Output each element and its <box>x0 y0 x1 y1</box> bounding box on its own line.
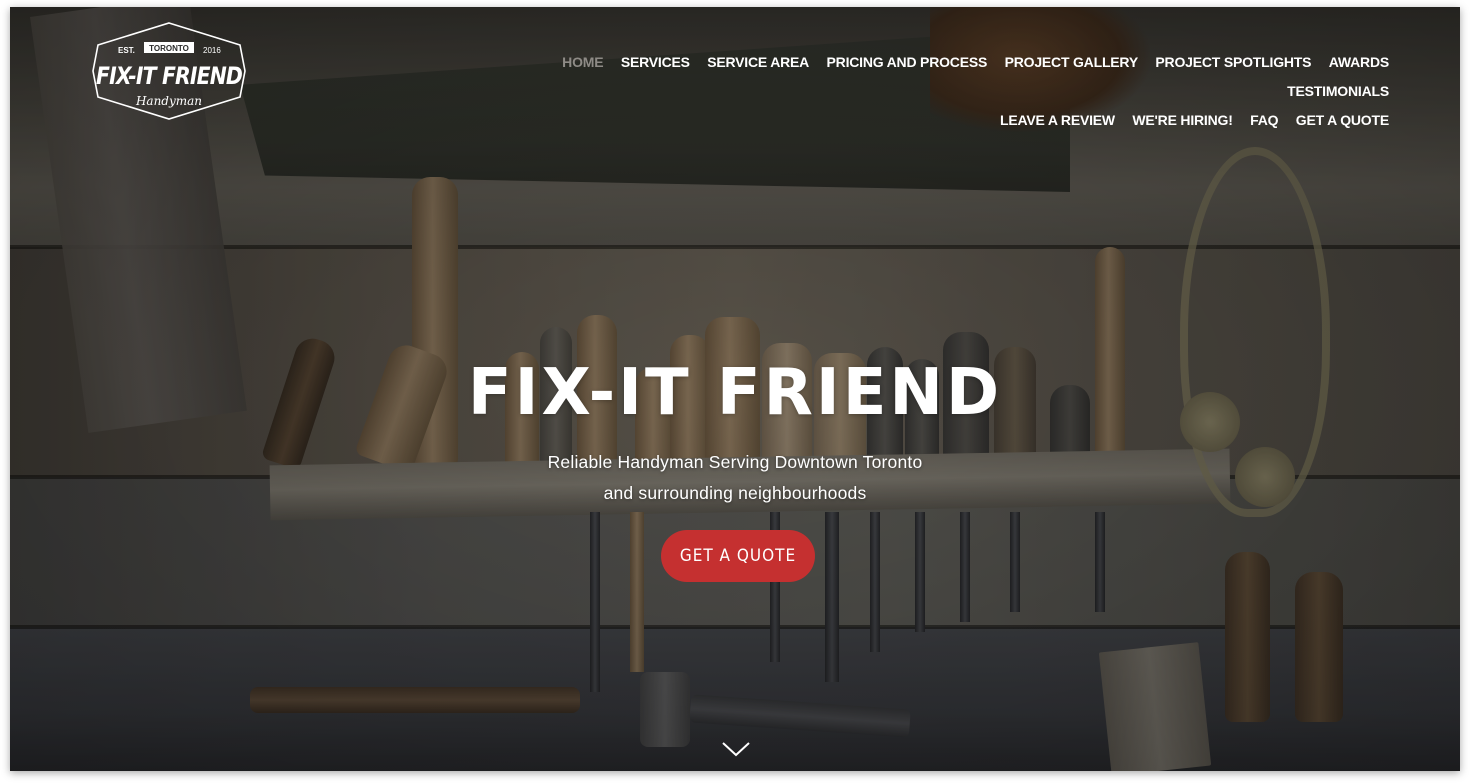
hero-title: FIX-IT FRIEND <box>467 356 1003 430</box>
nav-item-testimonials[interactable]: TESTIMONIALS <box>1287 77 1389 106</box>
nav-item-home[interactable]: HOME <box>562 48 603 77</box>
logo-est: EST. <box>118 46 135 55</box>
site-logo[interactable]: EST. TORONTO 2016 FIX-IT FRIEND Handyman <box>90 21 248 121</box>
page-viewport: EST. TORONTO 2016 FIX-IT FRIEND Handyman… <box>10 7 1460 771</box>
nav-item-hiring[interactable]: WE'RE HIRING! <box>1132 106 1232 135</box>
hero-section: FIX-IT FRIEND Reliable Handyman Serving … <box>10 355 1460 509</box>
nav-item-project-spotlights[interactable]: PROJECT SPOTLIGHTS <box>1155 48 1311 77</box>
nav-item-get-a-quote[interactable]: GET A QUOTE <box>1296 106 1389 135</box>
logo-city-badge: TORONTO <box>149 44 189 53</box>
nav-item-faq[interactable]: FAQ <box>1250 106 1278 135</box>
hero-subtitle-line-2: and surrounding neighbourhoods <box>603 483 867 503</box>
nav-item-services[interactable]: SERVICES <box>621 48 690 77</box>
nav-item-pricing-and-process[interactable]: PRICING AND PROCESS <box>827 48 988 77</box>
chevron-down-icon <box>722 742 750 757</box>
logo-tagline: Handyman <box>135 94 202 108</box>
logo-year: 2016 <box>203 46 221 55</box>
nav-item-leave-a-review[interactable]: LEAVE A REVIEW <box>1000 106 1115 135</box>
nav-item-service-area[interactable]: SERVICE AREA <box>707 48 809 77</box>
nav-item-project-gallery[interactable]: PROJECT GALLERY <box>1005 48 1139 77</box>
main-navigation: HOME SERVICES SERVICE AREA PRICING AND P… <box>489 48 1389 135</box>
get-a-quote-button[interactable]: GET A QUOTE <box>661 530 815 582</box>
hero-subtitle-line-1: Reliable Handyman Serving Downtown Toron… <box>547 452 923 472</box>
hero-subtitle: Reliable Handyman Serving Downtown Toron… <box>10 447 1460 509</box>
logo-badge-icon: EST. TORONTO 2016 FIX-IT FRIEND Handyman <box>92 22 246 120</box>
scroll-down-button[interactable] <box>721 739 751 759</box>
nav-item-awards[interactable]: AWARDS <box>1329 48 1389 77</box>
logo-name: FIX-IT FRIEND <box>96 62 242 90</box>
